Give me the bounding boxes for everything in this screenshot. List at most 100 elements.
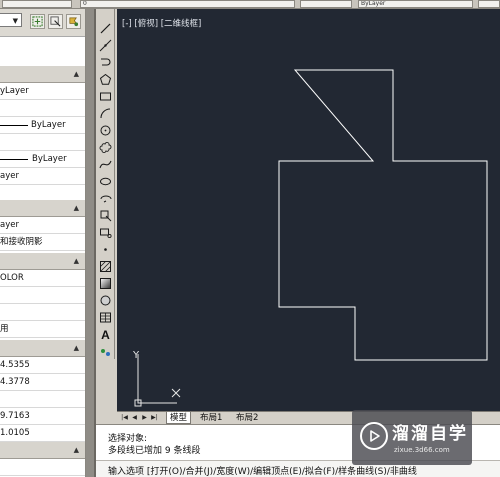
circle-icon [100, 125, 111, 136]
region-icon [100, 295, 111, 306]
polyline-button[interactable] [98, 55, 113, 70]
color-dropdown[interactable] [300, 0, 352, 8]
point-button[interactable] [98, 242, 113, 257]
prop-shadow-value: 和接收阴影 [0, 237, 43, 247]
ellipse-icon [100, 177, 111, 186]
tab-layout1[interactable]: 布局1 [197, 412, 225, 424]
prop-plot-attached-row[interactable] [0, 304, 85, 321]
prev-tab-button[interactable]: ◀ [130, 413, 139, 423]
polyline-shape[interactable] [278, 69, 488, 361]
arc-icon [100, 108, 111, 119]
line-button[interactable] [98, 21, 113, 36]
prop-center-z-row[interactable] [0, 391, 85, 408]
object-type-dropdown[interactable]: ▼ [0, 13, 22, 27]
prop-material-row[interactable]: ayer [0, 217, 85, 234]
section-general-header[interactable]: ▲ [0, 66, 85, 83]
region-button[interactable] [98, 293, 113, 308]
line-icon [100, 23, 111, 34]
section-3d-visualization-header[interactable]: ▲ [0, 200, 85, 217]
prop-linetype-value: ByLayer [31, 120, 66, 130]
section-view-header[interactable]: ▲ [0, 340, 85, 357]
gradient-button[interactable] [98, 276, 113, 291]
collapse-icon: ▲ [73, 446, 79, 454]
properties-palette: ▼ ▲ yLayer ByLayer ByLayer ayer ▲ ayer 和… [0, 9, 86, 477]
tab-layout2[interactable]: 布局2 [233, 412, 261, 424]
polygon-button[interactable] [98, 72, 113, 87]
make-block-icon [100, 228, 112, 239]
prop-width-value: 1.0105 [0, 428, 30, 438]
spline-button[interactable] [98, 157, 113, 172]
prop-center-x-row[interactable]: 4.5355 [0, 357, 85, 374]
add-selected-button[interactable] [98, 344, 113, 359]
ellipse-arc-button[interactable] [98, 191, 113, 206]
first-tab-button[interactable]: |◀ [120, 413, 129, 423]
layer-dropdown[interactable]: 0 [80, 0, 295, 8]
linetype-swatch [0, 125, 28, 126]
quick-select-button[interactable] [66, 14, 81, 29]
prop-center-x-value: 4.5355 [0, 360, 30, 370]
layer-combo-partial[interactable] [2, 0, 72, 8]
layer-value: 0 [83, 0, 87, 7]
prop-thickness-row[interactable]: ayer [0, 168, 85, 185]
lineweight-dropdown[interactable] [478, 0, 500, 8]
table-icon [100, 312, 111, 323]
prop-color-row[interactable]: yLayer [0, 83, 85, 100]
command-history-line-2: 多段线已增加 9 条线段 [108, 446, 201, 456]
construction-line-button[interactable] [98, 38, 113, 53]
drawing-svg: Y [132, 69, 488, 407]
prop-center-y-row[interactable]: 4.3778 [0, 374, 85, 391]
linetype-dropdown[interactable]: ByLayer [358, 0, 473, 8]
make-block-button[interactable] [98, 225, 113, 240]
section-plot-style-header[interactable]: ▲ [0, 253, 85, 270]
last-tab-button[interactable]: ▶| [150, 413, 159, 423]
ellipse-arc-icon [100, 195, 112, 203]
section-misc-header[interactable]: ▲ [0, 442, 85, 459]
linetype-value: ByLayer [361, 0, 386, 7]
circle-button[interactable] [98, 123, 113, 138]
play-icon [370, 430, 380, 442]
draw-toolbar: A [96, 9, 115, 359]
prop-material-value: ayer [0, 220, 19, 230]
ellipse-button[interactable] [98, 174, 113, 189]
table-button[interactable] [98, 310, 113, 325]
watermark-url: zixue.3d66.com [394, 446, 450, 454]
drawing-canvas[interactable]: [-] [俯视] [二维线框] Y [117, 9, 500, 411]
revision-cloud-icon [99, 142, 112, 153]
mtext-button[interactable]: A [98, 327, 113, 342]
prop-color-value: yLayer [0, 86, 29, 96]
add-selected-icon [101, 349, 110, 356]
prop-linetype-row[interactable]: ByLayer [0, 117, 85, 134]
prop-lineweight-row[interactable]: ByLayer [0, 151, 85, 168]
prop-height-row[interactable]: 9.7163 [0, 408, 85, 425]
prop-linetype-scale-row[interactable] [0, 134, 85, 151]
toggle-pickadd-button[interactable] [30, 14, 45, 29]
tab-model[interactable]: 模型 [166, 412, 192, 424]
watermark: 溜溜自学 zixue.3d66.com [352, 410, 472, 465]
prop-layer-row[interactable] [0, 100, 85, 117]
arc-button[interactable] [98, 106, 113, 121]
prop-width-row[interactable]: 1.0105 [0, 425, 85, 442]
collapse-icon: ▲ [73, 70, 79, 78]
prop-center-y-value: 4.3778 [0, 377, 30, 387]
palette-scrollbar[interactable] [86, 9, 94, 477]
revision-cloud-button[interactable] [98, 140, 113, 155]
prop-shadow-row[interactable]: 和接收阴影 [0, 234, 85, 251]
insert-block-button[interactable] [98, 208, 113, 223]
watermark-title: 溜溜自学 [392, 424, 468, 444]
command-prompt-text: 输入选项 [打开(O)/合并(J)/宽度(W)/编辑顶点(E)/拟合(F)/样条… [108, 467, 417, 477]
select-objects-button[interactable] [48, 14, 63, 29]
prop-plot-type-row[interactable]: 用 [0, 321, 85, 338]
next-tab-button[interactable]: ▶ [140, 413, 149, 423]
point-icon [104, 248, 107, 251]
pickadd-icon [32, 16, 43, 27]
collapse-icon: ▲ [73, 344, 79, 352]
rectangle-button[interactable] [98, 89, 113, 104]
prop-plot-style-row[interactable]: OLOR [0, 270, 85, 287]
prop-plot-table-row[interactable] [0, 287, 85, 304]
prop-misc-row[interactable] [0, 459, 85, 476]
mtext-icon: A [101, 327, 110, 342]
lineweight-swatch [0, 159, 28, 160]
polygon-icon [99, 73, 112, 85]
hatch-button[interactable] [98, 259, 113, 274]
chevron-down-icon: ▼ [12, 17, 18, 25]
